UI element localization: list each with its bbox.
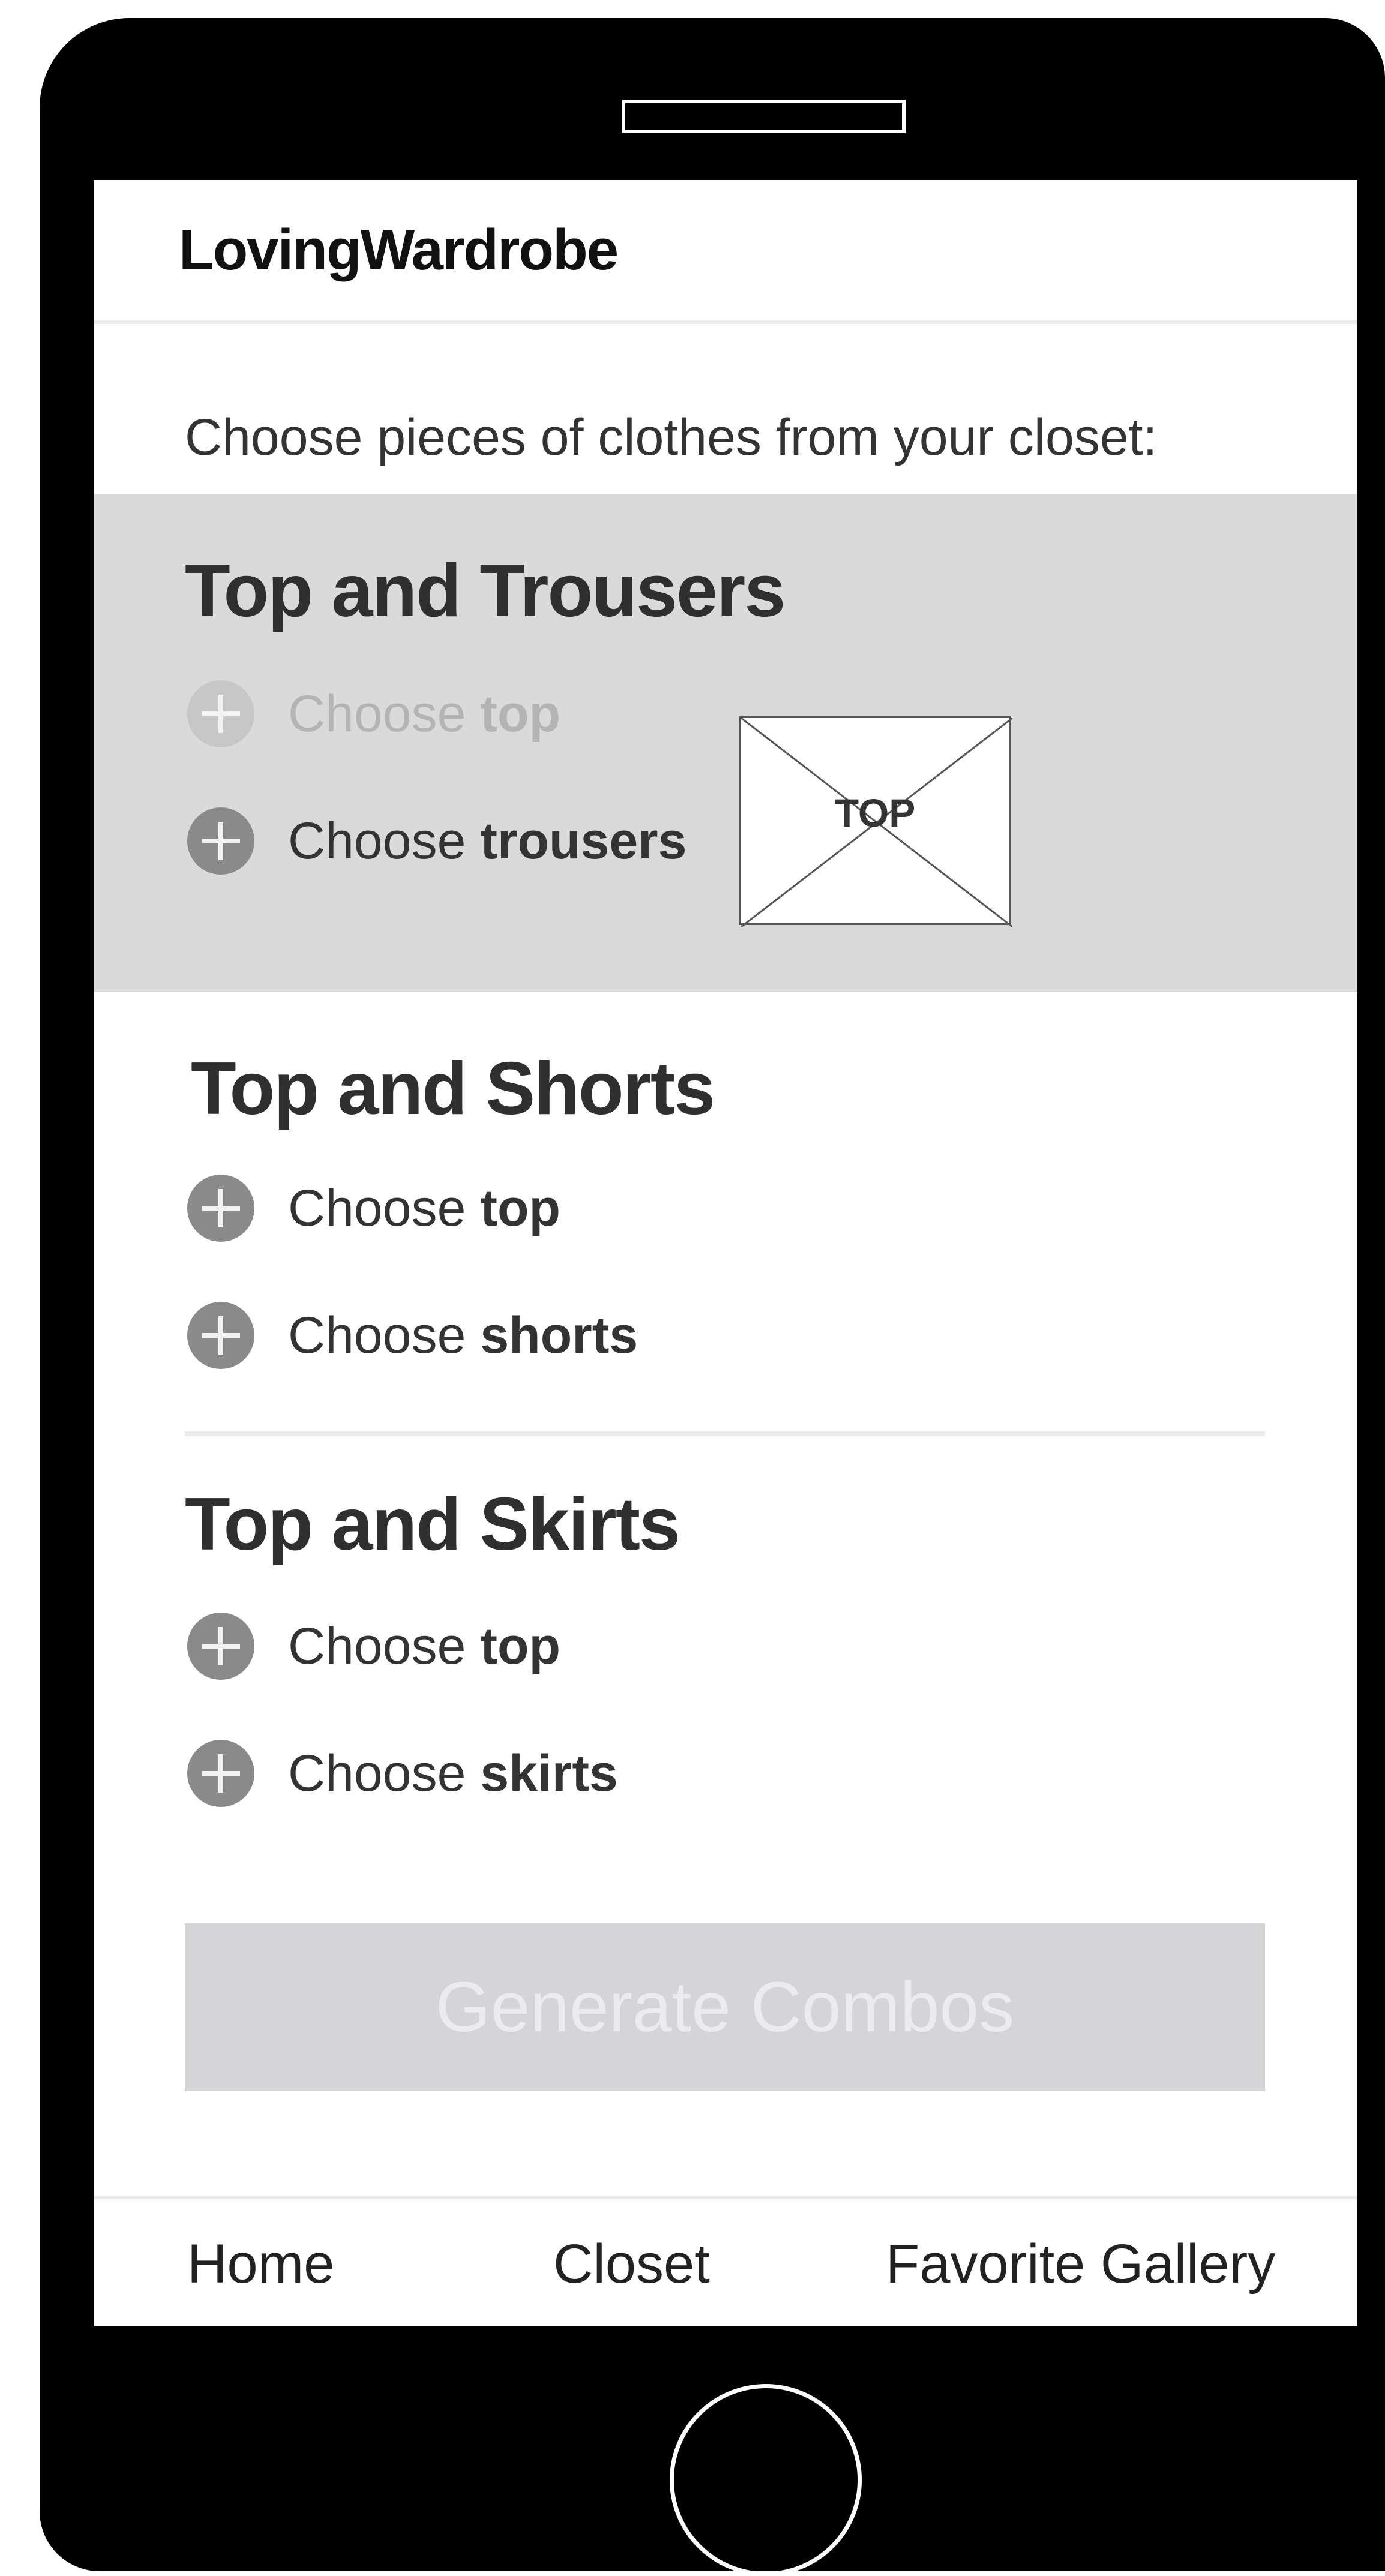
plus-circle-icon <box>187 680 254 747</box>
choose-top-row[interactable]: Choose top <box>187 1610 560 1682</box>
app-header: LovingWardrobe <box>94 180 1357 324</box>
nav-closet[interactable]: Closet <box>553 2233 710 2296</box>
choose-prefix: Choose <box>288 1617 466 1675</box>
choose-target: top <box>480 1617 561 1675</box>
thumbnail-label: TOP <box>834 791 916 835</box>
choose-skirts-row[interactable]: Choose skirts <box>187 1737 618 1809</box>
choose-target: skirts <box>480 1744 618 1802</box>
plus-circle-icon <box>187 807 254 875</box>
choose-top-row[interactable]: Choose top <box>187 678 560 750</box>
section-top-and-skirts: Top and Skirts Choose top Choose skirts <box>94 1436 1357 1892</box>
section-divider <box>185 1431 1265 1436</box>
section-title: Top and Shorts <box>191 1047 715 1130</box>
generate-combos-button[interactable]: Generate Combos <box>185 1923 1265 2091</box>
app-screen: LovingWardrobe Choose pieces of clothes … <box>94 180 1357 2326</box>
instruction-text: Choose pieces of clothes from your close… <box>185 409 1158 466</box>
app-title: LovingWardrobe <box>179 218 619 282</box>
home-hardware-button[interactable] <box>670 2384 862 2576</box>
section-title: Top and Trousers <box>185 550 786 632</box>
bottom-nav: Home Closet Favorite Gallery <box>94 2196 1357 2326</box>
nav-favorite-gallery[interactable]: Favorite Gallery <box>886 2233 1275 2296</box>
choose-prefix: Choose <box>288 812 466 870</box>
choose-target: trousers <box>480 812 687 870</box>
choose-target: top <box>480 684 561 743</box>
selected-top-thumbnail[interactable]: TOP <box>739 716 1012 927</box>
choose-top-row[interactable]: Choose top <box>187 1172 560 1244</box>
choose-prefix: Choose <box>288 1744 466 1802</box>
choose-target: top <box>480 1179 561 1237</box>
section-top-and-shorts: Top and Shorts Choose top Choose shorts <box>94 992 1357 1430</box>
plus-circle-icon <box>187 1740 254 1807</box>
choose-target: shorts <box>480 1306 638 1364</box>
plus-circle-icon <box>187 1175 254 1242</box>
choose-shorts-row[interactable]: Choose shorts <box>187 1299 638 1371</box>
section-top-and-trousers: Top and Trousers Choose top Choose trous… <box>94 494 1357 992</box>
choose-prefix: Choose <box>288 1179 466 1237</box>
section-title: Top and Skirts <box>185 1483 680 1566</box>
choose-trousers-row[interactable]: Choose trousers <box>187 805 686 877</box>
choose-prefix: Choose <box>288 1306 466 1364</box>
nav-home[interactable]: Home <box>187 2233 334 2296</box>
plus-circle-icon <box>187 1613 254 1680</box>
plus-circle-icon <box>187 1302 254 1369</box>
choose-prefix: Choose <box>288 684 466 743</box>
speaker-slot <box>622 100 906 133</box>
